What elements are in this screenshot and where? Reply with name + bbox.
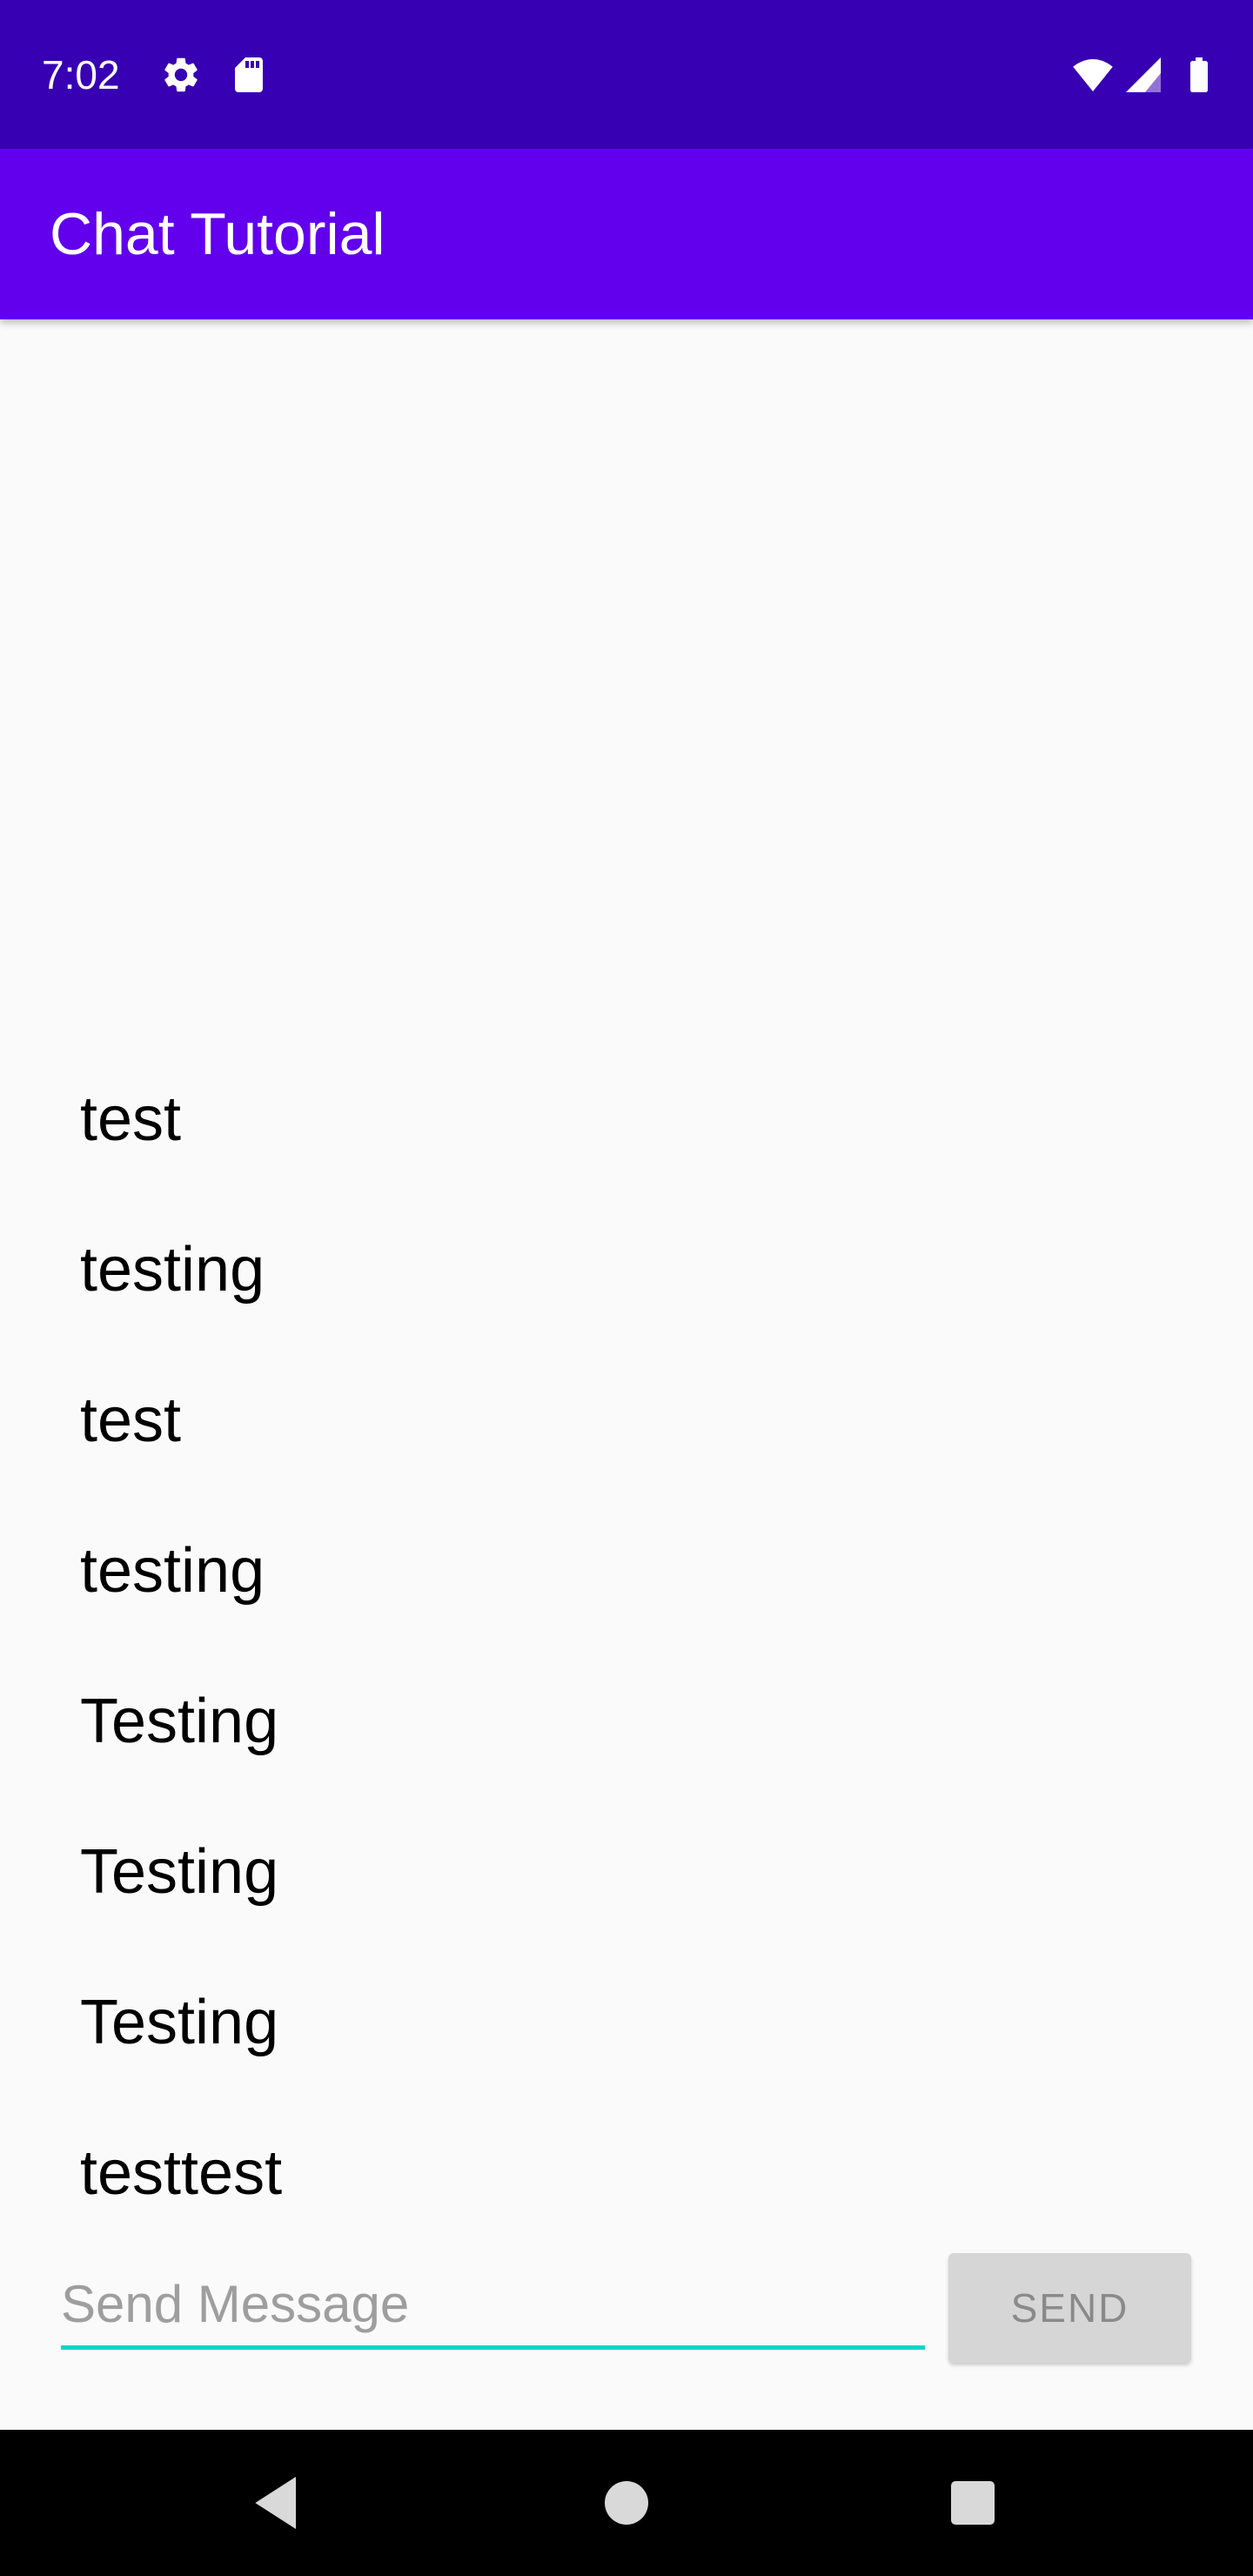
gear-icon [160,54,202,96]
recents-icon[interactable] [938,2468,1008,2538]
message-list: test testing test testing Testing Testin… [0,1044,1253,2249]
back-icon[interactable] [244,2468,313,2538]
message-input[interactable] [61,2263,925,2350]
message-item: Testing [80,1687,279,1756]
send-button[interactable]: SEND [948,2253,1191,2363]
page-title: Chat Tutorial [50,201,385,267]
navigation-bar [0,2430,1253,2576]
message-item: testtest [80,2138,283,2208]
message-item: Testing [80,1988,279,2057]
message-item: testing [80,1536,265,1606]
cell-signal-icon [1122,54,1164,96]
message-item: Testing [80,1837,279,1907]
battery-icon [1178,54,1220,96]
message-item: test [80,1385,182,1455]
sd-card-icon [228,54,270,96]
message-item: test [80,1084,182,1154]
wifi-icon [1072,54,1114,96]
home-icon[interactable] [592,2468,661,2538]
status-bar: 7:02 [0,0,1253,149]
status-time: 7:02 [42,52,120,97]
message-composer: SEND [0,2237,1253,2376]
message-item: testing [80,1235,265,1305]
app-bar: Chat Tutorial [0,149,1253,319]
